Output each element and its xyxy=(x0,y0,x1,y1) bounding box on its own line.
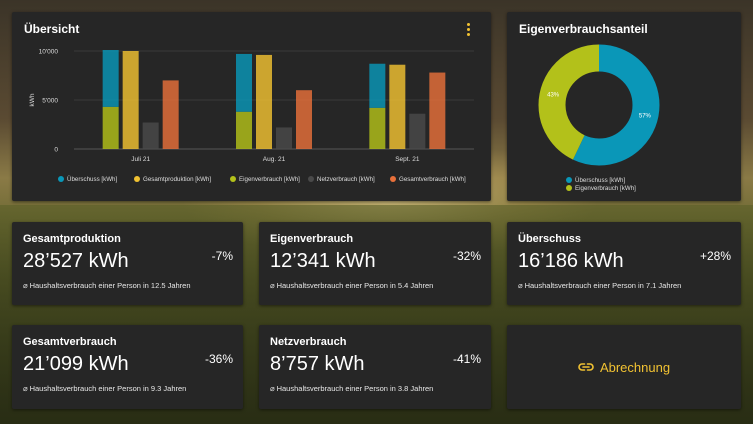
legend-marker[interactable] xyxy=(308,176,314,182)
stat-card-netzverbrauch: Netzverbrauch 8’757 kWh -41% ⌀ Haushalts… xyxy=(259,325,491,409)
x-tick-label: Aug. 21 xyxy=(263,156,286,163)
stat-note: ⌀ Haushaltsverbrauch einer Person in 5.4… xyxy=(270,281,434,290)
bar[interactable] xyxy=(409,113,426,149)
donut-chart: 57% 43% Überschuss [kWh]Eigenverbrauch [kW… xyxy=(538,44,660,192)
bar[interactable] xyxy=(102,50,119,107)
stat-title: Netzverbrauch xyxy=(270,336,347,348)
x-tick-label: Sept. 21 xyxy=(395,156,420,163)
bar[interactable] xyxy=(102,106,119,149)
stat-value: 21’099 kWh xyxy=(23,353,129,375)
bar[interactable] xyxy=(236,53,252,112)
link-icon xyxy=(578,363,594,371)
legend-marker[interactable] xyxy=(58,176,64,182)
stat-value: 8’757 kWh xyxy=(270,353,365,375)
bar[interactable] xyxy=(162,80,179,149)
legend-label[interactable]: Gesamtproduktion [kWh] xyxy=(143,176,211,183)
stat-change: +28% xyxy=(699,249,731,263)
stat-card-gesamtverbrauch: Gesamtverbrauch 21’099 kWh -36% ⌀ Hausha… xyxy=(12,325,243,409)
stat-change: -41% xyxy=(452,352,481,366)
bar[interactable] xyxy=(122,51,139,149)
stat-note: ⌀ Haushaltsverbrauch einer Person in 7.1… xyxy=(518,281,682,290)
stat-note: ⌀ Haushaltsverbrauch einer Person in 9.3… xyxy=(23,384,187,393)
legend-label[interactable]: Überschuss [kWh] xyxy=(575,177,625,184)
stat-title: Eigenverbrauch xyxy=(270,233,354,245)
legend-marker[interactable] xyxy=(230,176,236,182)
billing-link-button[interactable]: Abrechnung xyxy=(507,325,741,409)
stat-title: Gesamtproduktion xyxy=(23,233,121,245)
legend-marker[interactable] xyxy=(390,176,396,182)
bar[interactable] xyxy=(142,122,159,149)
stat-change: -36% xyxy=(204,352,233,366)
y-tick-label: 5'000 xyxy=(42,98,58,105)
legend-marker[interactable] xyxy=(566,185,572,191)
stat-note: ⌀ Haushaltsverbrauch einer Person in 12.… xyxy=(23,281,191,290)
y-axis-label: kWh xyxy=(29,93,36,106)
stat-change: -7% xyxy=(211,249,233,263)
billing-card: Abrechnung xyxy=(507,325,741,409)
stat-value: 28’527 kWh xyxy=(23,250,129,272)
legend-label[interactable]: Eigenverbrauch [kWh] xyxy=(575,185,636,192)
stat-title: Überschuss xyxy=(518,233,581,245)
stat-title: Gesamtverbrauch xyxy=(23,336,117,348)
legend-label[interactable]: Netzverbrauch [kWh] xyxy=(317,176,375,183)
self-consumption-card: Eigenverbrauchsanteil 57% 43% Überschuss [… xyxy=(507,12,741,201)
legend-label[interactable]: Gesamtverbrauch [kWh] xyxy=(399,176,466,183)
stat-value: 16’186 kWh xyxy=(518,250,624,272)
bar[interactable] xyxy=(296,90,312,149)
legend-marker[interactable] xyxy=(134,176,140,182)
overview-card: Übersicht 0 5'000 10'000 kWh Juli 21 Aug. 21 S… xyxy=(12,12,491,201)
y-tick-label: 0 xyxy=(54,147,58,154)
bar[interactable] xyxy=(389,64,406,149)
legend-label[interactable]: Überschuss [kWh] xyxy=(67,176,117,183)
slice-label: 57% xyxy=(639,113,652,119)
stat-card-ueberschuss: Überschuss 16’186 kWh +28% ⌀ Haushaltsve… xyxy=(507,222,741,305)
bar-chart: 0 5'000 10'000 kWh Juli 21 Aug. 21 Sept. 21 Übe… xyxy=(29,49,474,183)
legend-label[interactable]: Eigenverbrauch [kWh] xyxy=(239,176,300,183)
slice-label: 43% xyxy=(547,93,560,99)
stat-note: ⌀ Haushaltsverbrauch einer Person in 3.8… xyxy=(270,384,434,393)
stat-card-eigenverbrauch: Eigenverbrauch 12’341 kWh -32% ⌀ Haushal… xyxy=(259,222,491,305)
stat-card-gesamtproduktion: Gesamtproduktion 28’527 kWh -7% ⌀ Hausha… xyxy=(12,222,243,305)
billing-link-label: Abrechnung xyxy=(599,359,671,375)
legend-marker[interactable] xyxy=(566,177,572,183)
bar[interactable] xyxy=(369,107,386,149)
bar[interactable] xyxy=(369,63,386,108)
bar[interactable] xyxy=(236,111,252,149)
bar[interactable] xyxy=(429,72,446,149)
bar[interactable] xyxy=(276,127,292,149)
stat-value: 12’341 kWh xyxy=(270,250,376,272)
x-tick-label: Juli 21 xyxy=(131,156,150,163)
stat-change: -32% xyxy=(452,249,481,263)
y-tick-label: 10'000 xyxy=(39,49,59,56)
bar[interactable] xyxy=(256,54,272,149)
